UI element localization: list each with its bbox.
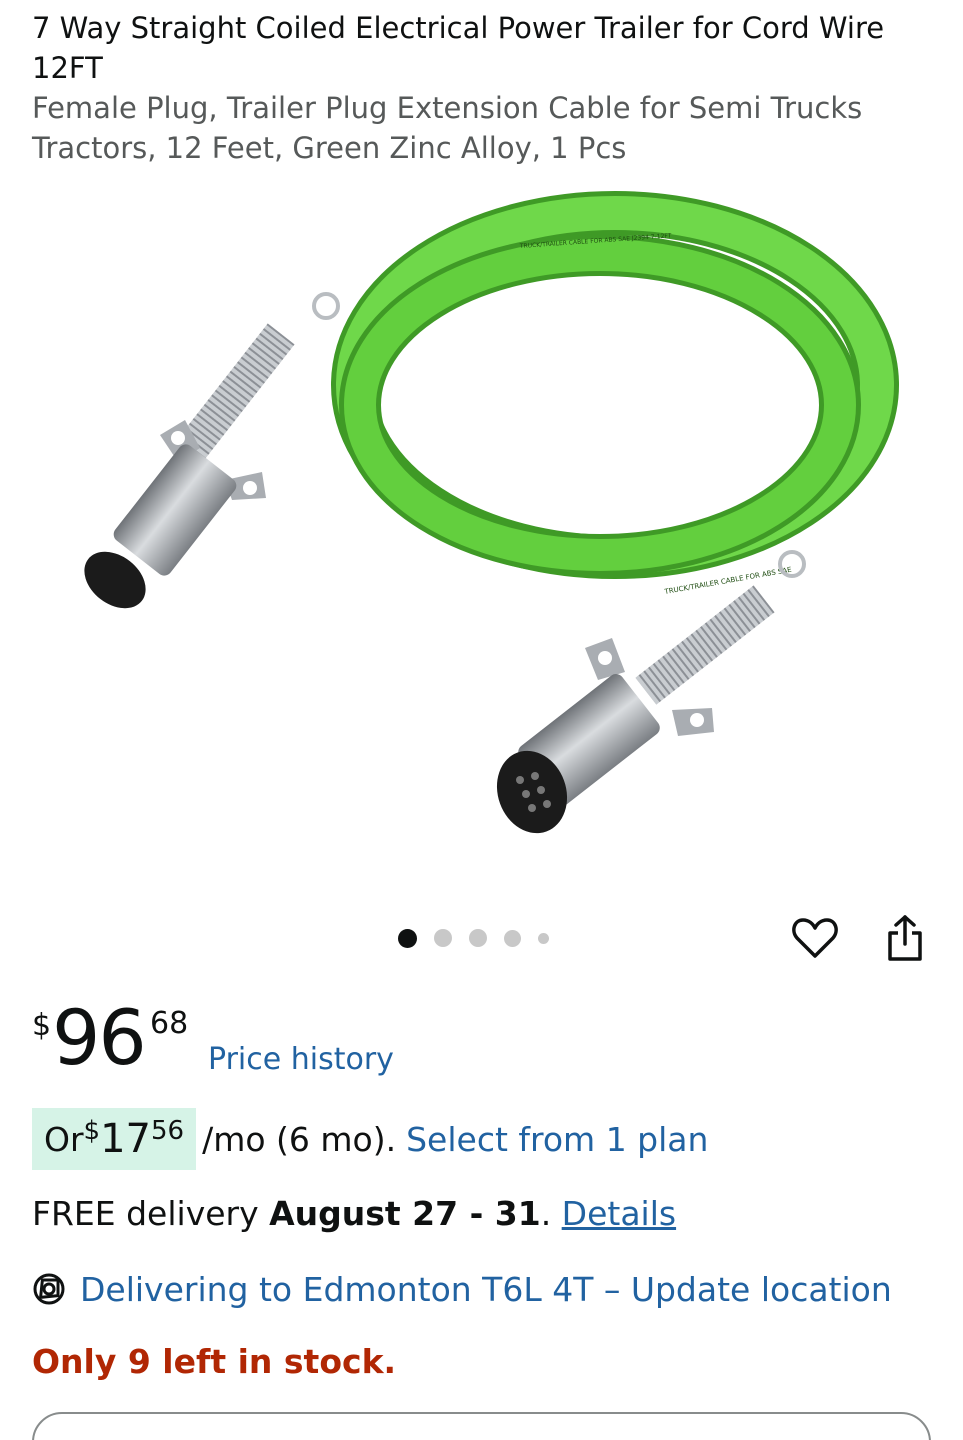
cable-illustration: TRUCK/TRAILER CABLE FOR ABS SAE J2394 7-… xyxy=(84,191,899,834)
delivery-dates: August 27 - 31 xyxy=(269,1194,541,1233)
delivery-prefix: FREE delivery xyxy=(32,1194,270,1233)
price-history-link[interactable]: Price history xyxy=(208,1042,394,1077)
price-currency: $ xyxy=(32,1008,52,1043)
product-subtitle: Female Plug, Trailer Plug Extension Cabl… xyxy=(32,91,863,165)
installment-currency: $ xyxy=(83,1116,101,1146)
share-icon xyxy=(888,915,922,961)
carousel-dot[interactable] xyxy=(434,929,452,947)
left-plug xyxy=(84,292,340,609)
installment-prefix: Or xyxy=(44,1119,84,1159)
carousel-dot[interactable] xyxy=(504,929,521,947)
price-whole: 96 xyxy=(52,993,147,1082)
image-carousel-indicator[interactable] xyxy=(398,928,566,948)
delivery-period: . xyxy=(540,1194,562,1233)
product-image[interactable]: TRUCK/TRAILER CABLE FOR ABS SAE J2394 7-… xyxy=(0,180,963,900)
share-button[interactable] xyxy=(878,910,932,966)
price-fraction: 68 xyxy=(150,1006,189,1041)
cable-loop-inner-highlight xyxy=(344,239,856,571)
wishlist-button[interactable] xyxy=(788,910,842,966)
heart-icon xyxy=(792,918,838,958)
price-block: $ 96 68 Price history xyxy=(32,996,632,1080)
installment-badge: Or $ 17 56 xyxy=(32,1108,197,1170)
select-plan-link[interactable]: Select from 1 plan xyxy=(406,1120,708,1159)
carousel-dot-active[interactable] xyxy=(398,928,417,948)
delivery-location-link[interactable]: Delivering to Edmonton T6L 4T – Update l… xyxy=(32,1266,892,1312)
stock-warning: Only 9 left in stock. xyxy=(32,1342,397,1381)
installment-whole: 17 xyxy=(100,1116,151,1162)
location-text: Delivering to Edmonton T6L 4T – Update l… xyxy=(80,1269,892,1309)
quantity-selector[interactable] xyxy=(32,1412,931,1440)
installment-plan: Or $ 17 56 /mo (6 mo). Select from 1 pla… xyxy=(32,1108,932,1170)
right-plug xyxy=(496,550,806,834)
delivery-details-link[interactable]: Details xyxy=(562,1194,676,1233)
product-title: 7 Way Straight Coiled Electrical Power T… xyxy=(32,11,885,85)
carousel-dot[interactable] xyxy=(469,929,487,947)
delivery-info: FREE delivery August 27 - 31. Details xyxy=(32,1194,676,1233)
installment-fraction: 56 xyxy=(151,1116,185,1146)
installment-suffix: /mo (6 mo). xyxy=(202,1119,397,1159)
carousel-dot[interactable] xyxy=(538,932,549,944)
product-title-block: 7 Way Straight Coiled Electrical Power T… xyxy=(32,8,932,168)
location-pin-icon xyxy=(33,1273,65,1305)
